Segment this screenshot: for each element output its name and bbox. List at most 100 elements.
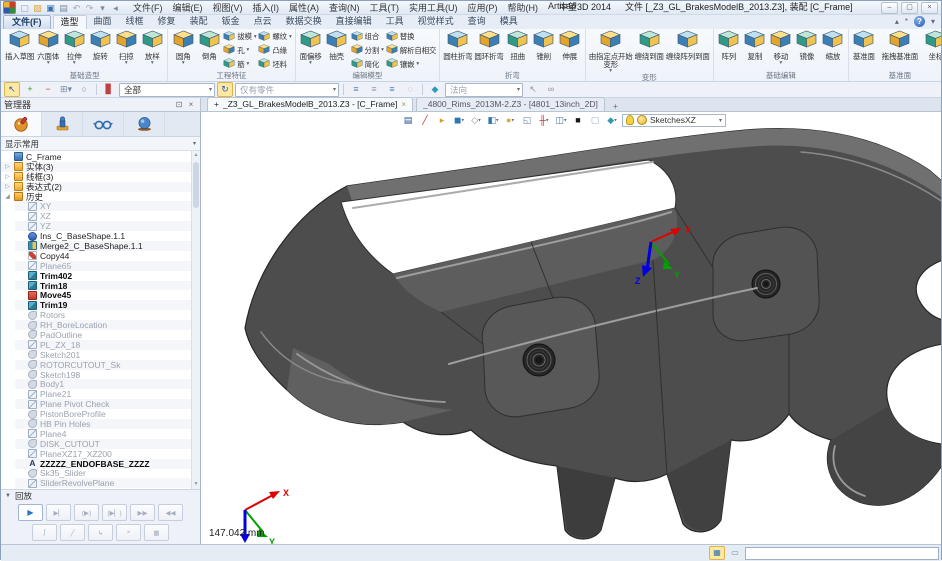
collapse-section-icon[interactable]: ▼	[5, 493, 11, 499]
move-feature-button[interactable]: 移动▾	[768, 30, 794, 71]
layer-visibility-icon[interactable]: ≡	[366, 82, 382, 97]
chain-pick-icon[interactable]: ∞	[543, 82, 559, 97]
revolve-button[interactable]: 旋转	[87, 30, 113, 71]
save-icon[interactable]: ▣	[44, 2, 57, 14]
tree-item[interactable]: PadOutline	[15, 330, 200, 340]
lasso-pick-icon[interactable]: ○	[76, 82, 92, 97]
tree-item[interactable]: Trim402	[15, 271, 200, 281]
chamfer-button[interactable]: 倒角	[196, 30, 222, 71]
menu-item[interactable]: 实用工具(U)	[404, 1, 463, 14]
tree-filter-row[interactable]: 显示常用 ▾	[1, 137, 200, 151]
ribbon-tab[interactable]: 数据交换	[279, 15, 329, 27]
tree-item[interactable]: DISK_CUTOUT	[15, 439, 200, 449]
taper-button[interactable]: 锥削	[531, 30, 557, 71]
wrap-array-button[interactable]: 缠绕阵列到面	[665, 30, 711, 73]
tree-item[interactable]: ◢历史	[1, 192, 200, 202]
drag-datum-button[interactable]: 拖拽基准面	[877, 30, 923, 71]
stretch-button[interactable]: 伸展	[557, 30, 583, 71]
tree-expander-icon[interactable]: ◢	[4, 193, 11, 200]
ribbon-tab[interactable]: 视觉样式	[411, 15, 461, 27]
open-file-icon[interactable]: ▨	[31, 2, 44, 14]
menu-item[interactable]: 编辑(E)	[168, 1, 208, 14]
annotation-bubble-icon[interactable]: ◌	[402, 82, 418, 97]
redo-icon[interactable]: ↷	[83, 2, 96, 14]
ribbon-tab[interactable]: 曲面	[87, 15, 119, 27]
replay-step-button[interactable]: (▶)	[74, 504, 99, 521]
model-canvas[interactable]: X Y Z X Y	[201, 112, 941, 544]
torus-bend-button[interactable]: 圆环折弯	[473, 30, 504, 71]
tree-item[interactable]: AZZZZZ_ENDOFBASE_ZZZZ	[15, 459, 200, 469]
ribbon-tab[interactable]: 线框	[119, 15, 151, 27]
options-icon[interactable]: *	[905, 17, 908, 26]
menu-item[interactable]: 插入(I)	[248, 1, 285, 14]
menu-item[interactable]: 工具(T)	[365, 1, 405, 14]
replay-play-to-button[interactable]: ▶▏	[46, 504, 71, 521]
stock-button[interactable]: 坯料	[258, 58, 291, 71]
ribbon-tab[interactable]: 钣金	[215, 15, 247, 27]
undo-icon[interactable]: ↶	[70, 2, 83, 14]
history-manager-tab[interactable]	[1, 112, 42, 136]
filter-list-icon[interactable]: ▊	[101, 82, 117, 97]
menu-item[interactable]: 查询(N)	[324, 1, 365, 14]
new-tab-button[interactable]: +	[608, 101, 623, 111]
minimize-ribbon-icon[interactable]: ▴	[895, 17, 899, 26]
zoom-window-icon[interactable]: ◱	[520, 114, 534, 126]
quick-pick-icon[interactable]: ▸	[435, 114, 449, 126]
tree-item[interactable]: Body1	[15, 379, 200, 389]
replay-header[interactable]: ▼ 回放	[1, 490, 200, 502]
wireframe-display-icon[interactable]: ◇▾	[469, 114, 483, 126]
ribbon-tab[interactable]: 造型	[53, 15, 87, 29]
tree-item[interactable]: XY	[15, 201, 200, 211]
tree-item[interactable]: Sketch198	[15, 370, 200, 380]
tree-item[interactable]: Move45	[15, 290, 200, 300]
tree-item[interactable]: YZ	[15, 221, 200, 231]
tree-item[interactable]: Sketch201	[15, 350, 200, 360]
menu-item[interactable]: 文件(F)	[128, 1, 168, 14]
tree-item[interactable]: SliderRevolvePlane	[15, 478, 200, 488]
face-offset-button[interactable]: 面偏移▾	[298, 30, 324, 71]
help-icon[interactable]: ?	[914, 16, 925, 27]
ribbon-tab[interactable]: 点云	[247, 15, 279, 27]
visual-manager-tab[interactable]	[124, 112, 165, 136]
normal-filter-combo[interactable]: 法向▾	[445, 83, 523, 97]
scroll-thumb[interactable]	[193, 162, 199, 208]
print-icon[interactable]: ▤	[57, 2, 70, 14]
tree-item[interactable]: Trim18	[15, 281, 200, 291]
divide-button[interactable]: 分割▾	[351, 44, 384, 57]
tab-close-icon[interactable]: ×	[401, 98, 406, 111]
ribbon-tab[interactable]: 修复	[151, 15, 183, 27]
rib-button[interactable]: 筋▾	[223, 58, 256, 71]
remove-from-selection-icon[interactable]: −	[40, 82, 56, 97]
pattern-button[interactable]: 阵列	[716, 30, 742, 71]
prompt-list-icon[interactable]: ▭	[727, 546, 743, 560]
shell-button[interactable]: 抽壳	[324, 30, 350, 71]
tree-item[interactable]: ROTORCUTOUT_Sk	[15, 360, 200, 370]
render-mode-icon[interactable]: ●▾	[503, 114, 517, 126]
inlay-button[interactable]: 镶嵌▾	[386, 58, 437, 71]
replay-delete-button[interactable]: ×	[116, 524, 141, 541]
new-file-icon[interactable]: ▢	[18, 2, 31, 14]
add-to-selection-icon[interactable]: +	[22, 82, 38, 97]
replay-template-button[interactable]: ▦	[144, 524, 169, 541]
deform-point-button[interactable]: 由指定点开始变形▾	[588, 30, 634, 73]
replay-play-button[interactable]: ▶	[18, 504, 43, 521]
wrap-face-button[interactable]: 缠绕到面	[634, 30, 665, 73]
shaded-display-icon[interactable]: ◼▾	[452, 114, 466, 126]
insert-sketch-button[interactable]: 插入草图	[4, 30, 35, 71]
tree-item[interactable]: HB Pin Holes	[15, 419, 200, 429]
ribbon-tab[interactable]: 直接编辑	[329, 15, 379, 27]
section-view-icon[interactable]: ╫▾	[537, 114, 551, 126]
document-tab-inactive[interactable]: _4800_Rims_2013M-2.Z3 - [4801_13inch_2D]	[416, 97, 605, 111]
status-input[interactable]	[745, 547, 939, 560]
tab-label[interactable]: _Z3_GL_BrakesModelB_2013.Z3 - [C_Frame]	[223, 98, 397, 111]
help-dropdown-icon[interactable]: ▾	[931, 17, 935, 26]
draft-button[interactable]: 拔模▾	[223, 30, 256, 43]
manager-close-icon[interactable]: ×	[185, 100, 197, 109]
menu-item[interactable]: 属性(A)	[284, 1, 324, 14]
ribbon-tab[interactable]: 模具	[493, 15, 525, 27]
tree-item[interactable]: Sk35_Slider	[15, 469, 200, 479]
ribbon-tab[interactable]: 装配	[183, 15, 215, 27]
view-plane-icon[interactable]: ◧▾	[486, 114, 500, 126]
mirror-button[interactable]: 镜像	[794, 30, 820, 71]
ribbon-tab[interactable]: 查询	[461, 15, 493, 27]
